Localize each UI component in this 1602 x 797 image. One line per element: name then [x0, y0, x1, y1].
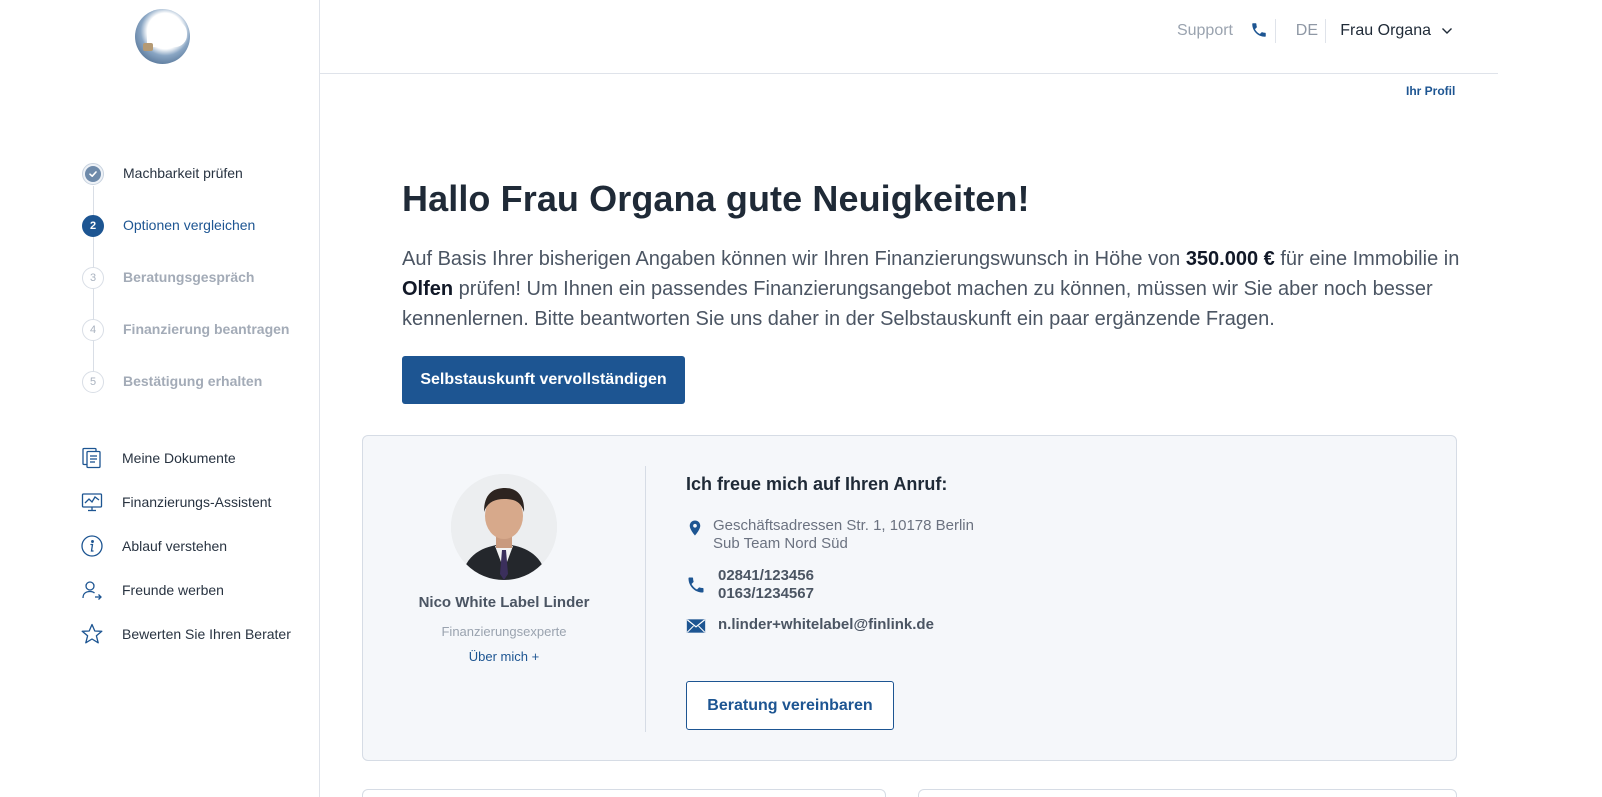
- team-line: Sub Team Nord Süd: [713, 535, 848, 552]
- speech-bubble-icon: [147, 21, 187, 47]
- chevron-down-icon: [1442, 28, 1452, 34]
- step-label: Bestätigung erhalten: [123, 373, 263, 389]
- step-label: Finanzierung beantragen: [123, 321, 290, 337]
- property-city: Olfen: [402, 278, 454, 300]
- sidebar: Machbarkeit prüfen 2 Optionen vergleiche…: [0, 0, 320, 797]
- menu-label: Ablauf verstehen: [122, 538, 228, 554]
- step-beratung: 3 Beratungsgespräch: [82, 267, 289, 319]
- call-title: Ich freue mich auf Ihren Anruf:: [686, 474, 948, 494]
- menu-item-ablauf[interactable]: Ablauf verstehen: [80, 534, 291, 578]
- advisor-name: Nico White Label Linder: [418, 594, 590, 611]
- complete-self-disclosure-button[interactable]: Selbstauskunft vervollständigen: [402, 356, 685, 404]
- user-name: Frau Organa: [1340, 22, 1431, 39]
- about-me-link[interactable]: Über mich +: [363, 649, 645, 664]
- email-link[interactable]: n.linder+whitelabel@finlink.de: [718, 616, 934, 634]
- menu-item-freunde[interactable]: Freunde werben: [80, 578, 291, 622]
- step-machbarkeit[interactable]: Machbarkeit prüfen: [82, 163, 289, 215]
- step-label: Beratungsgespräch: [123, 269, 255, 285]
- progress-steps: Machbarkeit prüfen 2 Optionen vergleiche…: [82, 163, 289, 423]
- header-divider: [1275, 19, 1276, 43]
- bottom-card-left: [362, 789, 886, 797]
- menu-label: Finanzierungs-Assistent: [122, 494, 272, 510]
- menu-label: Freunde werben: [122, 582, 224, 598]
- step-finanzierung: 4 Finanzierung beantragen: [82, 319, 289, 371]
- step-optionen[interactable]: 2 Optionen vergleichen: [82, 215, 289, 267]
- step-number: 2: [82, 215, 104, 237]
- address-line: Geschäftsadressen Str. 1, 10178 Berlin: [713, 517, 974, 534]
- book-consultation-button[interactable]: Beratung vereinbaren: [686, 681, 894, 730]
- star-icon: [81, 623, 103, 644]
- header-divider: [1325, 19, 1326, 43]
- phone-number[interactable]: 02841/123456: [718, 567, 814, 585]
- phone-row: 02841/123456 0163/1234567: [686, 567, 814, 603]
- address-row: Geschäftsadressen Str. 1, 10178 Berlin S…: [686, 517, 974, 553]
- info-icon: [81, 535, 103, 557]
- language-switcher[interactable]: DE: [1296, 22, 1318, 40]
- menu-label: Meine Dokumente: [122, 450, 236, 466]
- card-divider: [645, 466, 646, 732]
- step-label: Machbarkeit prüfen: [123, 165, 243, 181]
- intro-text-part: prüfen! Um Ihnen ein passendes Finanzier…: [402, 278, 1433, 330]
- advisor-role: Finanzierungsexperte: [441, 624, 567, 639]
- menu-item-bewerten[interactable]: Bewerten Sie Ihren Berater: [80, 622, 291, 666]
- user-add-icon: [82, 581, 102, 600]
- brand-logo[interactable]: [135, 9, 190, 64]
- profile-link[interactable]: Ihr Profil: [1406, 84, 1455, 98]
- documents-icon: [82, 447, 101, 469]
- email-row: n.linder+whitelabel@finlink.de: [686, 616, 934, 634]
- check-icon: [82, 163, 104, 185]
- intro-text-part: für eine Immobilie in: [1274, 248, 1460, 270]
- chart-monitor-icon: [81, 493, 103, 512]
- advisor-card: Nico White Label Linder Finanzierungsexp…: [362, 435, 1457, 761]
- menu-item-assistent[interactable]: Finanzierungs-Assistent: [80, 490, 291, 534]
- phone-icon: [688, 577, 704, 593]
- envelope-icon: [686, 619, 706, 633]
- step-label: Optionen vergleichen: [123, 217, 256, 233]
- bottom-card-right: [918, 789, 1457, 797]
- step-number: 5: [82, 371, 104, 393]
- phone-icon[interactable]: [1250, 21, 1268, 39]
- intro-text-part: Auf Basis Ihrer bisherigen Angaben könne…: [402, 248, 1186, 270]
- location-pin-icon: [689, 520, 701, 536]
- step-bestaetigung: 5 Bestätigung erhalten: [82, 371, 289, 423]
- user-menu[interactable]: Frau Organa: [1340, 22, 1453, 40]
- page-title: Hallo Frau Organa gute Neuigkeiten!: [402, 178, 1030, 219]
- menu-item-dokumente[interactable]: Meine Dokumente: [80, 446, 291, 490]
- mobile-number[interactable]: 0163/1234567: [718, 585, 814, 603]
- loan-amount: 350.000 €: [1185, 248, 1275, 270]
- step-number: 4: [82, 319, 104, 341]
- menu-label: Bewerten Sie Ihren Berater: [122, 626, 291, 642]
- step-number: 3: [82, 267, 104, 289]
- advisor-photo: [451, 474, 557, 580]
- top-header: Support DE Frau Organa: [320, 0, 1498, 74]
- sidebar-menu: Meine Dokumente Finanzierungs-Assistent …: [80, 446, 291, 666]
- support-link[interactable]: Support: [1177, 22, 1233, 40]
- intro-text: Auf Basis Ihrer bisherigen Angaben könne…: [402, 244, 1462, 334]
